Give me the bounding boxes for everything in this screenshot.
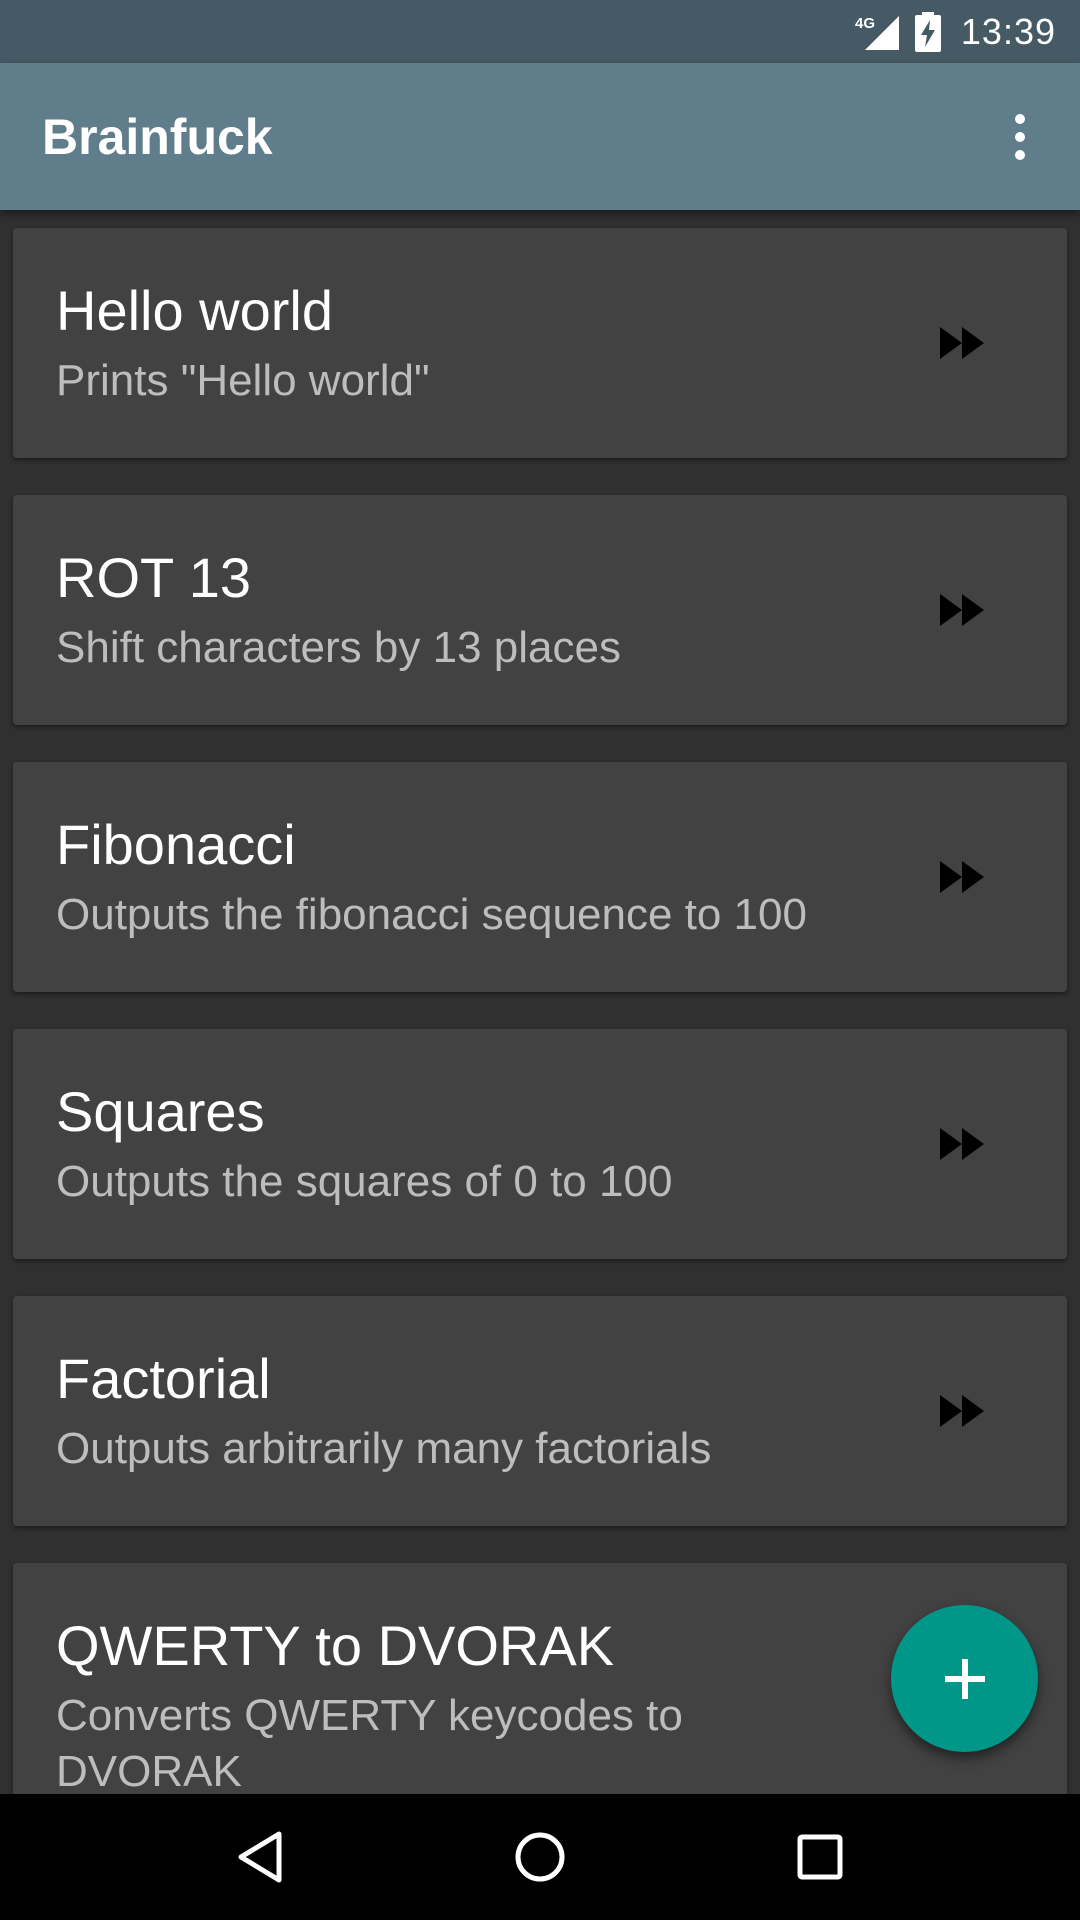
app-bar: Brainfuck — [0, 63, 1080, 210]
program-card[interactable]: ROT 13 Shift characters by 13 places — [13, 495, 1067, 725]
signal-4g-icon: 4G — [855, 15, 899, 50]
add-icon — [944, 1658, 985, 1699]
program-title: Fibonacci — [56, 813, 296, 876]
program-description: Shift characters by 13 places — [56, 623, 621, 672]
add-program-button[interactable] — [891, 1605, 1038, 1752]
fast-forward-icon[interactable] — [928, 323, 988, 363]
app-title: Brainfuck — [42, 108, 273, 165]
program-title: Factorial — [56, 1347, 271, 1410]
fast-forward-icon[interactable] — [928, 1124, 988, 1164]
program-description: Outputs the fibonacci sequence to 100 — [56, 890, 807, 939]
status-bar: 4G 13:39 — [0, 0, 1080, 63]
program-description: Outputs arbitrarily many factorials — [56, 1424, 712, 1473]
program-description: Outputs the squares of 0 to 100 — [56, 1157, 673, 1206]
status-time: 13:39 — [960, 10, 1056, 52]
back-button[interactable] — [210, 1807, 310, 1907]
fast-forward-icon[interactable] — [928, 857, 988, 897]
battery-charging-icon — [914, 11, 941, 52]
navigation-bar — [0, 1794, 1080, 1920]
home-button[interactable] — [490, 1807, 590, 1907]
program-title: Hello world — [56, 279, 333, 342]
recents-icon — [797, 1834, 843, 1880]
program-title: QWERTY to DVORAK — [56, 1614, 615, 1677]
program-description: Converts QWERTY keycodes to DVORAK — [56, 1691, 683, 1794]
fast-forward-icon[interactable] — [928, 590, 988, 630]
recents-button[interactable] — [770, 1807, 870, 1907]
fast-forward-icon[interactable] — [928, 1391, 988, 1431]
svg-text:4G: 4G — [855, 15, 875, 32]
program-list: Hello world Prints "Hello world" ROT 13 … — [0, 210, 1080, 1794]
program-description: Prints "Hello world" — [56, 356, 430, 405]
program-card[interactable]: Fibonacci Outputs the fibonacci sequence… — [13, 762, 1067, 992]
back-icon — [238, 1831, 282, 1883]
program-card[interactable]: Hello world Prints "Hello world" — [13, 228, 1067, 458]
program-title: Squares — [56, 1080, 265, 1143]
home-icon — [515, 1832, 565, 1882]
more-vert-icon[interactable] — [990, 92, 1050, 182]
program-title: ROT 13 — [56, 546, 252, 609]
program-card[interactable]: Factorial Outputs arbitrarily many facto… — [13, 1296, 1067, 1526]
program-card[interactable]: Squares Outputs the squares of 0 to 100 — [13, 1029, 1067, 1259]
